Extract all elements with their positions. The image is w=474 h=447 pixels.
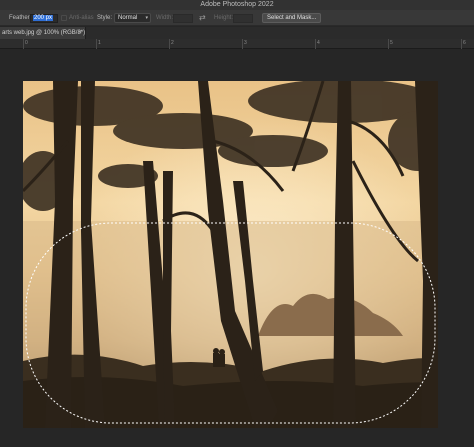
height-label: Height: (214, 15, 234, 21)
width-label: Width: (156, 15, 174, 21)
ruler-tick (242, 39, 243, 49)
feather-label: Feather: (9, 15, 32, 21)
antialias-checkbox[interactable] (61, 15, 67, 21)
width-input[interactable] (173, 14, 193, 23)
close-icon[interactable]: × (78, 27, 82, 39)
ruler-tick (96, 39, 97, 49)
app-title: Adobe Photoshop 2022 (200, 1, 274, 8)
horizontal-ruler: 0 1 2 3 4 5 6 (0, 39, 474, 49)
style-select[interactable]: Normal ▾ (114, 13, 151, 23)
title-bar: Adobe Photoshop 2022 (0, 0, 474, 10)
document-tab-label: arts web.jpg @ 100% (RGB/8*) (2, 30, 86, 36)
feather-value: 200 px (33, 15, 54, 21)
ruler-tick (315, 39, 316, 49)
options-bar: Feather: 200 px Anti-alias Style: Normal… (0, 10, 474, 26)
height-input[interactable] (233, 14, 253, 23)
ruler-mark: 2 (171, 40, 174, 46)
feather-input[interactable]: 200 px (30, 14, 58, 23)
document-tab[interactable]: arts web.jpg @ 100% (RGB/8*) × (0, 27, 86, 39)
select-and-mask-button[interactable]: Select and Mask... (262, 13, 322, 23)
ruler-mark: 0 (25, 40, 28, 46)
ruler-mark: 6 (463, 40, 466, 46)
chevron-down-icon: ▾ (145, 15, 148, 21)
document-tab-bar: arts web.jpg @ 100% (RGB/8*) × (0, 27, 474, 39)
ruler-mark: 1 (98, 40, 101, 46)
swap-arrows-icon[interactable]: ⇄ (199, 11, 206, 25)
ruler-mark: 5 (390, 40, 393, 46)
antialias-label: Anti-alias (69, 15, 94, 21)
document-canvas[interactable] (0, 50, 474, 447)
ruler-mark: 4 (317, 40, 320, 46)
photo-trees-at-sunset[interactable] (23, 81, 438, 428)
ruler-tick (169, 39, 170, 49)
ruler-tick (23, 39, 24, 49)
ruler-tick (461, 39, 462, 49)
style-label: Style: (97, 15, 113, 21)
style-value: Normal (118, 15, 138, 21)
ruler-tick (388, 39, 389, 49)
ruler-mark: 3 (244, 40, 247, 46)
